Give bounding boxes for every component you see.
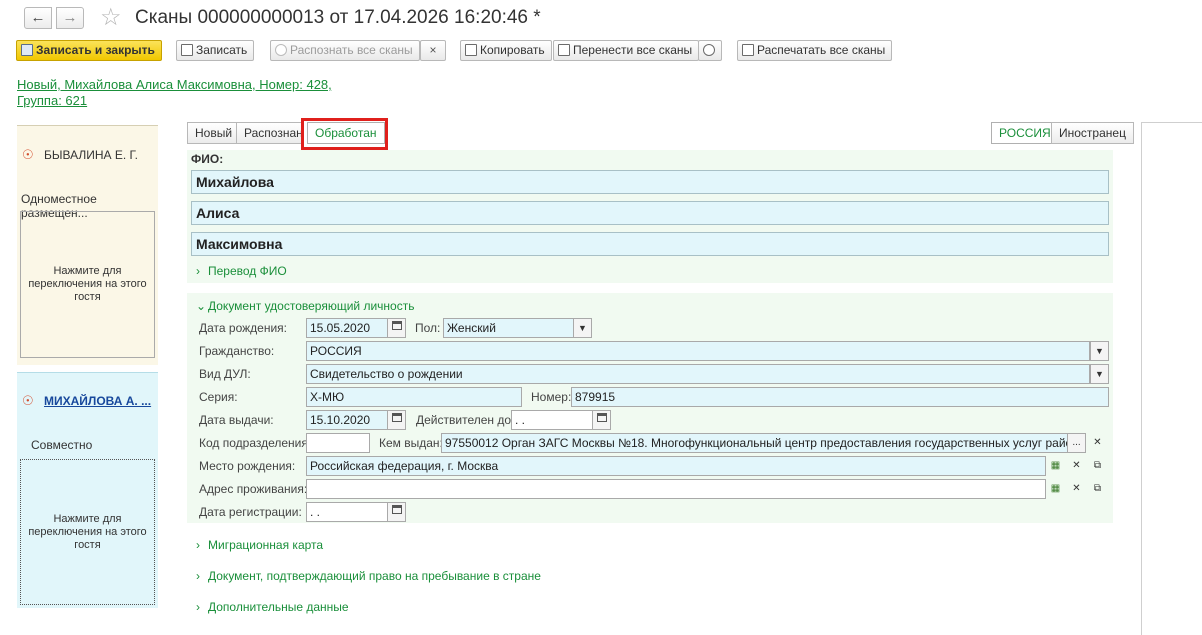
address-field[interactable] <box>306 479 1046 499</box>
clear-icon[interactable]: ✕ <box>1088 433 1107 453</box>
dept-code-field[interactable] <box>306 433 370 453</box>
birth-date-label: Дата рождения: <box>199 321 287 335</box>
tab-foreigner[interactable]: Иностранец <box>1051 122 1134 144</box>
recognize-all-scans-button[interactable]: Распознать все сканы <box>270 40 420 61</box>
guest-avatar-icon: ☉ <box>22 393 34 408</box>
doc-type-label: Вид ДУЛ: <box>199 367 251 381</box>
clear-icon[interactable]: ✕ <box>1067 479 1086 499</box>
chevron-down-icon[interactable]: ▼ <box>1090 364 1109 384</box>
guest-placement: Совместно <box>31 438 93 452</box>
tab-russia[interactable]: РОССИЯ <box>991 122 1059 144</box>
guest-info-link[interactable]: Новый, Михайлова Алиса Максимовна, Номер… <box>17 77 332 109</box>
guest-avatar-icon: ☉ <box>22 147 34 162</box>
series-label: Серия: <box>199 390 238 404</box>
series-field[interactable]: Х-МЮ <box>306 387 522 407</box>
address-label: Адрес проживания: <box>199 482 308 496</box>
identity-document-expander[interactable]: ⌄ Документ удостоверяющий личность <box>196 299 414 313</box>
highlight-box <box>301 118 388 150</box>
refresh-icon <box>703 44 715 56</box>
gear-icon <box>275 44 287 56</box>
sex-select[interactable]: Женский <box>443 318 574 338</box>
panel-divider-top <box>1141 122 1202 123</box>
switch-guest-box[interactable]: Нажмите для переключения на этого гостя <box>20 211 155 358</box>
back-arrow-icon[interactable]: ← <box>24 7 52 29</box>
issue-date-field[interactable]: 15.10.2020 <box>306 410 388 430</box>
move-all-scans-button[interactable]: Перенести все сканы <box>553 40 700 61</box>
registration-date-label: Дата регистрации: <box>199 505 302 519</box>
fio-label: ФИО: <box>191 152 224 166</box>
issue-date-label: Дата выдачи: <box>199 413 274 427</box>
tab-recognized[interactable]: Распознан <box>236 122 304 144</box>
chevron-down-icon[interactable]: ▼ <box>573 318 592 338</box>
refresh-scans-button[interactable] <box>698 40 722 61</box>
title-bar: ← → ☆ Сканы 000000000013 от 17.04.2026 1… <box>0 0 1202 36</box>
valid-until-label: Действителен до: <box>416 413 515 427</box>
migration-card-expander[interactable]: › Миграционная карта <box>196 538 323 552</box>
print-all-scans-button[interactable]: Распечатать все сканы <box>737 40 893 61</box>
window-title: Сканы 000000000013 от 17.04.2026 16:20:4… <box>135 7 541 28</box>
additional-data-expander[interactable]: › Дополнительные данные <box>196 600 349 614</box>
copy-button[interactable]: Копировать <box>460 40 552 61</box>
fio-translation-expander[interactable]: › Перевод ФИО <box>196 264 287 278</box>
save-icon <box>21 44 33 56</box>
birth-place-field[interactable]: Российская федерация, г. Москва <box>306 456 1046 476</box>
save-and-close-button[interactable]: Записать и закрыть <box>16 40 162 61</box>
open-icon[interactable]: ⧉ <box>1088 479 1107 499</box>
guest-name: БЫВАЛИНА Е. Г. <box>44 148 138 162</box>
calendar-icon[interactable] <box>387 318 406 338</box>
chevron-down-icon[interactable]: ▼ <box>1090 341 1109 361</box>
open-icon[interactable]: ⧉ <box>1088 456 1107 476</box>
residence-permit-expander[interactable]: › Документ, подтверждающий право на пребы… <box>196 569 541 583</box>
chevron-right-icon: › <box>196 538 200 552</box>
middle-name-field[interactable]: Максимовна <box>191 232 1109 256</box>
birth-place-label: Место рождения: <box>199 459 296 473</box>
doc-type-select[interactable]: Свидетельство о рождении <box>306 364 1090 384</box>
transfer-icon <box>558 44 570 56</box>
address-form-icon[interactable]: ▦ <box>1046 479 1065 499</box>
save-icon <box>181 44 193 56</box>
forward-arrow-icon[interactable]: → <box>56 7 84 29</box>
print-icon <box>742 44 754 56</box>
address-form-icon[interactable]: ▦ <box>1046 456 1065 476</box>
identity-document-section: ⌄ Документ удостоверяющий личность Дата р… <box>187 293 1113 523</box>
issued-by-label: Кем выдан: <box>379 436 443 450</box>
favorite-star-icon[interactable]: ☆ <box>100 3 122 32</box>
calendar-icon[interactable] <box>387 410 406 430</box>
guest-name-link[interactable]: МИХАЙЛОВА А. ... <box>44 394 151 408</box>
chevron-right-icon: › <box>196 264 200 278</box>
sex-label: Пол: <box>415 321 441 335</box>
birth-date-field[interactable]: 15.05.2020 <box>306 318 388 338</box>
chevron-down-icon: ⌄ <box>196 299 207 313</box>
registration-date-field[interactable]: . . <box>306 502 388 522</box>
valid-until-field[interactable]: . . <box>511 410 593 430</box>
issued-by-field[interactable]: 97550012 Орган ЗАГС Москвы №18. Многофун… <box>441 433 1068 453</box>
dept-code-label: Код подразделения: <box>199 436 312 450</box>
citizenship-select[interactable]: РОССИЯ <box>306 341 1090 361</box>
ellipsis-icon[interactable]: ... <box>1067 433 1086 453</box>
guest-card-2[interactable]: ☉ МИХАЙЛОВА А. ... Совместно Нажмите для… <box>17 372 158 608</box>
switch-guest-box[interactable]: Нажмите для переключения на этого гостя <box>20 459 155 605</box>
command-bar: Записать и закрыть Записать Распознать в… <box>0 40 1202 62</box>
chevron-right-icon: › <box>196 600 200 614</box>
panel-divider <box>1141 122 1142 635</box>
chevron-right-icon: › <box>196 569 200 583</box>
first-name-field[interactable]: Алиса <box>191 201 1109 225</box>
cancel-recognize-button[interactable]: × <box>420 40 446 61</box>
save-button[interactable]: Записать <box>176 40 255 61</box>
number-label: Номер: <box>531 390 572 404</box>
guest-card-1[interactable]: ☉ БЫВАЛИНА Е. Г. Одноместное размещен...… <box>17 125 158 365</box>
last-name-field[interactable]: Михайлова <box>191 170 1109 194</box>
tab-new[interactable]: Новый <box>187 122 241 144</box>
number-field[interactable]: 879915 <box>571 387 1109 407</box>
clear-icon[interactable]: ✕ <box>1067 456 1086 476</box>
calendar-icon[interactable] <box>387 502 406 522</box>
fio-section: ФИО: Михайлова Алиса Максимовна › Перевод… <box>187 150 1113 283</box>
copy-add-icon <box>465 44 477 56</box>
calendar-icon[interactable] <box>592 410 611 430</box>
citizenship-label: Гражданство: <box>199 344 275 358</box>
